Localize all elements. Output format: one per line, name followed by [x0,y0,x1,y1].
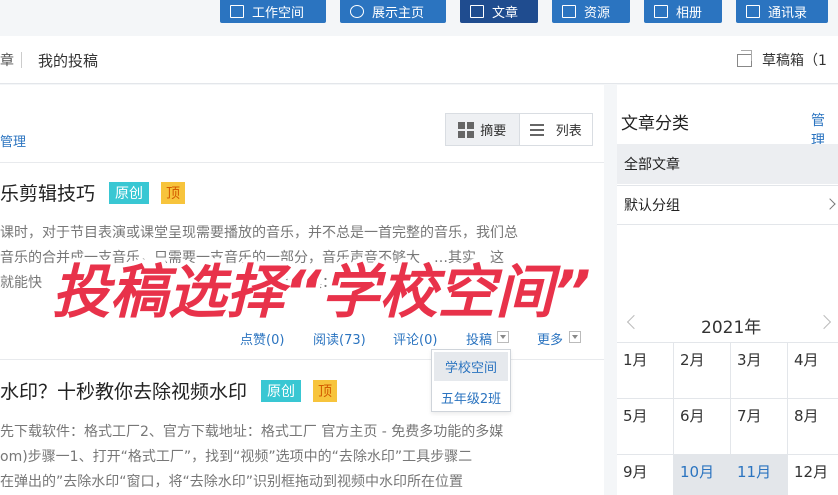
nav-contacts[interactable]: 通讯录 [736,0,828,23]
summary-line: om)步骤一1、打开“格式工厂”，找到“视频”选项中的“去除水印”工具步骤二 [0,449,473,465]
chevron-right-icon [824,198,836,210]
sidebar-title: 文章分类 [621,114,689,134]
caption-overlay: 投稿选择“学校空间” [48,254,596,331]
pinned-badge: 顶 [313,379,338,402]
calendar-month[interactable]: 12月 [788,455,838,495]
manage-link[interactable]: 管理 [0,131,26,150]
resource-icon [562,5,576,18]
calendar-month[interactable]: 4月 [788,343,838,399]
tab-bar: 章 我的投稿 草稿箱（1 [0,36,838,84]
contacts-icon [746,5,760,18]
nav-workspace[interactable]: 工作空间 [220,0,326,23]
category-all[interactable]: 全部文章 [617,144,838,184]
divider [0,359,604,360]
calendar-month[interactable]: 3月 [731,343,788,399]
tab-articles-fragment[interactable]: 章 [0,50,14,70]
album-icon [654,5,668,18]
category-default[interactable]: 默认分组 [617,185,838,225]
summary-line: 在弹出的”去除水印“窗口，将“去除水印”识别框拖动到视频中水印所在位置 [0,474,464,490]
dropdown-item-class[interactable]: 五年级2班 [434,383,508,412]
calendar-month[interactable]: 8月 [788,399,838,455]
drafts-label: 草稿箱（1 [762,53,827,69]
article-icon [470,5,484,18]
dropdown-item-school-space[interactable]: 学校空间 [434,352,508,381]
article-title[interactable]: 乐剪辑技巧 原创 顶 [0,179,186,206]
tab-my-posts[interactable]: 我的投稿 [38,50,98,71]
nav-contacts-label: 通讯录 [768,6,808,21]
drafts-link[interactable]: 草稿箱（1 [737,49,827,70]
list-icon [529,121,544,139]
calendar-month-active[interactable]: 11月 [731,455,788,495]
nav-homepage[interactable]: 展示主页 [340,0,446,23]
summary-line: 课时，对于节目表演或课堂呈现需要播放的音乐，并不总是一首完整的音乐，我们总 [0,225,518,241]
article-title-text[interactable]: 水印？十秒教你去除视频水印 [0,377,247,404]
month-calendar: 1月 2月 3月 4月 5月 6月 7月 8月 9月 10月 11月 12月 [617,342,838,495]
nav-articles[interactable]: 文章 [460,0,538,23]
nav-homepage-label: 展示主页 [372,6,425,21]
nav-resources[interactable]: 资源 [552,0,630,23]
tab-divider [21,52,22,68]
nav-articles-label: 文章 [492,6,519,21]
workspace-icon [230,5,244,18]
grid-icon [458,121,475,138]
nav-album-label: 相册 [676,6,703,21]
caption-text: 投稿选择“学校空间” [52,258,591,326]
chevron-right-icon[interactable] [816,314,832,330]
category-label: 默认分组 [624,198,680,214]
submit-dropdown: 学校空间 五年级2班 [431,349,511,412]
user-icon [350,5,364,18]
original-badge: 原创 [261,379,302,402]
nav-workspace-label: 工作空间 [252,6,305,21]
view-list-button[interactable]: 列表 [520,114,593,145]
divider [0,162,604,163]
calendar-month[interactable]: 2月 [674,343,731,399]
top-nav: 工作空间 展示主页 文章 资源 相册 通讯录 [0,0,838,24]
calendar-month[interactable]: 5月 [617,399,674,455]
calendar-month-active[interactable]: 10月 [674,455,731,495]
nav-resources-label: 资源 [584,6,611,21]
calendar-month[interactable]: 7月 [731,399,788,455]
view-summary-button[interactable]: 摘要 [446,114,520,145]
summary-line: 先下载软件：格式工厂2、官方下载地址：格式工厂 官方主页 - 免费多功能的多媒 [0,424,504,440]
article-title-text[interactable]: 乐剪辑技巧 [0,179,95,206]
category-label: 全部文章 [624,157,680,173]
article-summary: 先下载软件：格式工厂2、官方下载地址：格式工厂 官方主页 - 免费多功能的多媒 … [0,420,503,495]
original-badge: 原创 [109,181,150,204]
view-toggle: 摘要 列表 [445,113,593,146]
calendar-month[interactable]: 9月 [617,455,674,495]
view-summary-label: 摘要 [480,124,507,139]
calendar-month[interactable]: 1月 [617,343,674,399]
pinned-badge: 顶 [161,181,186,204]
view-list-label: 列表 [555,124,582,139]
calendar-month[interactable]: 6月 [674,399,731,455]
nav-album[interactable]: 相册 [644,0,722,23]
article-title[interactable]: 水印？十秒教你去除视频水印 原创 顶 [0,377,338,404]
drafts-icon [737,49,752,67]
